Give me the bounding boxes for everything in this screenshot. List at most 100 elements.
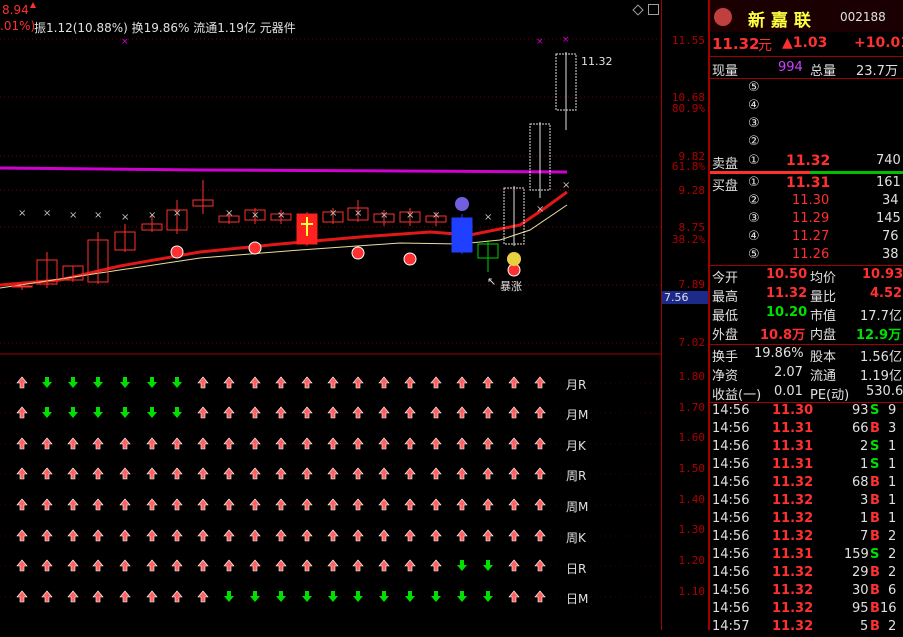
tick-row[interactable]: 14:56 11.31 66 B 3 xyxy=(710,421,903,439)
smile-face-icon xyxy=(507,252,521,266)
down-arrow-icon xyxy=(93,377,103,388)
up-arrow-icon xyxy=(197,467,209,480)
tick-time: 14:56 xyxy=(712,403,750,418)
tick-side: B xyxy=(870,475,880,490)
signal-ball-icon xyxy=(248,241,262,255)
up-arrow-icon xyxy=(275,437,287,450)
tick-row[interactable]: 14:56 11.32 3 B 1 xyxy=(710,493,903,511)
down-arrow-icon xyxy=(483,591,493,602)
turnover-label: 换手 xyxy=(712,350,739,365)
buy1-row[interactable]: 买盘 ① 11.31 161 xyxy=(710,175,903,194)
tick-row[interactable]: 14:56 11.32 68 B 1 xyxy=(710,475,903,493)
price-change: ▲1.03 xyxy=(782,35,828,51)
up-arrow-icon xyxy=(41,590,53,603)
down-arrow-icon xyxy=(93,407,103,418)
candle-body xyxy=(11,285,33,288)
tick-time: 14:56 xyxy=(712,547,750,562)
divider xyxy=(710,56,903,57)
up-arrow-icon xyxy=(482,498,494,511)
up-arrow-icon xyxy=(327,559,339,572)
stock-title-bar: 新 嘉 联 002188 xyxy=(710,0,903,32)
tick-row[interactable]: 14:56 11.32 29 B 2 xyxy=(710,565,903,583)
up-arrow-icon xyxy=(197,529,209,542)
outer-label: 外盘 xyxy=(712,328,739,343)
avg-label: 均价 xyxy=(810,271,837,286)
up-arrow-icon xyxy=(249,498,261,511)
up-arrow-icon xyxy=(249,406,261,419)
up-arrow-icon xyxy=(197,406,209,419)
tick-volume: 29 xyxy=(852,565,869,580)
tick-time: 14:56 xyxy=(712,565,750,580)
sell1-row[interactable]: 卖盘 ① 11.32 740 xyxy=(710,153,903,172)
x-marker-icon: × xyxy=(121,37,129,47)
divider xyxy=(710,344,903,345)
x-marker-icon: × xyxy=(173,208,181,219)
ytick: 61.8% xyxy=(671,160,705,173)
turnover-value: 19.86% xyxy=(754,346,804,361)
tick-time: 14:56 xyxy=(712,583,750,598)
up-arrow-icon xyxy=(119,498,131,511)
arrow-pointer-icon: ↖ xyxy=(487,275,497,288)
up-arrow-icon xyxy=(16,529,28,542)
buy-row[interactable]: ⑤ 11.26 38 xyxy=(710,247,903,265)
buy-row[interactable]: ② 11.30 34 xyxy=(710,193,903,211)
buy-price: 11.30 xyxy=(792,193,830,208)
inner-value: 12.9万 xyxy=(856,328,902,343)
tick-side: B xyxy=(870,493,880,508)
up-arrow-icon xyxy=(249,559,261,572)
tick-row[interactable]: 14:56 11.31 1 S 1 xyxy=(710,457,903,475)
sell1-num: ① xyxy=(748,153,760,168)
divider xyxy=(710,78,903,79)
tick-row[interactable]: 14:56 11.32 30 B 6 xyxy=(710,583,903,601)
up-arrow-icon xyxy=(327,437,339,450)
stock-code: 002188 xyxy=(840,10,886,24)
maximize-icon[interactable] xyxy=(648,4,659,15)
tick-volume: 1 xyxy=(860,511,869,526)
ytick: 1.80 xyxy=(678,370,706,383)
tick-time: 14:56 xyxy=(712,529,750,544)
tick-row[interactable]: 14:56 11.30 93 S 9 xyxy=(710,403,903,421)
tick-list[interactable]: 14:56 11.30 93 S 9 14:56 11.31 66 B 3 14:56 11.31 2 S… xyxy=(710,403,903,634)
nav-label: 净资 xyxy=(712,369,739,384)
kline-chart[interactable]: × × × × × × × × × × × × × × × × × × × × × 8.94 .01%) 振1.12(1… xyxy=(0,0,661,630)
stat-row: 换手 19.86% 股本 1.56亿 xyxy=(710,346,903,365)
buy-row[interactable]: ④ 11.27 76 xyxy=(710,229,903,247)
up-arrow-icon xyxy=(67,529,79,542)
signal-ball-icon xyxy=(351,246,365,260)
up-arrow-icon xyxy=(197,376,209,389)
buy-vol: 76 xyxy=(882,229,899,244)
sell1-label: 卖盘 xyxy=(712,157,739,172)
tick-volume: 1 xyxy=(860,457,869,472)
up-arrow-icon xyxy=(119,437,131,450)
tick-row[interactable]: 14:56 11.32 95 B 16 xyxy=(710,601,903,619)
tick-row[interactable]: 14:56 11.31 2 S 1 xyxy=(710,439,903,457)
up-arrow-icon xyxy=(508,437,520,450)
x-marker-icon: × xyxy=(148,210,156,221)
up-arrow-icon xyxy=(534,559,546,572)
x-marker-icon: × xyxy=(69,210,77,221)
up-arrow-icon xyxy=(275,498,287,511)
up-arrow-icon xyxy=(67,467,79,480)
price-change-pct: +10.01 xyxy=(854,35,903,51)
tick-price: 11.32 xyxy=(772,493,814,508)
tick-time: 14:56 xyxy=(712,439,750,454)
avg-value: 10.93 xyxy=(862,267,903,282)
up-arrow-icon xyxy=(404,559,416,572)
up-arrow-icon xyxy=(223,406,235,419)
tick-row[interactable]: 14:56 11.32 1 B 1 xyxy=(710,511,903,529)
up-arrow-icon xyxy=(508,376,520,389)
tick-row[interactable]: 14:56 11.31 159 S 2 xyxy=(710,547,903,565)
x-marker-icon: × xyxy=(354,208,362,219)
volume-row: 现量 994 总量 23.7万 xyxy=(710,60,903,79)
header-price: 8.94 xyxy=(2,3,29,17)
tick-row[interactable]: 14:57 11.32 5 B 2 xyxy=(710,619,903,637)
up-arrow-icon xyxy=(223,376,235,389)
buy-row[interactable]: ③ 11.29 145 xyxy=(710,211,903,229)
up-arrow-icon xyxy=(352,467,364,480)
up-arrow-icon xyxy=(456,467,468,480)
up-arrow-icon xyxy=(327,467,339,480)
tick-price: 11.32 xyxy=(772,619,814,634)
tick-row[interactable]: 14:56 11.32 7 B 2 xyxy=(710,529,903,547)
buy-price: 11.27 xyxy=(792,229,830,244)
outer-value: 10.8万 xyxy=(760,328,806,343)
